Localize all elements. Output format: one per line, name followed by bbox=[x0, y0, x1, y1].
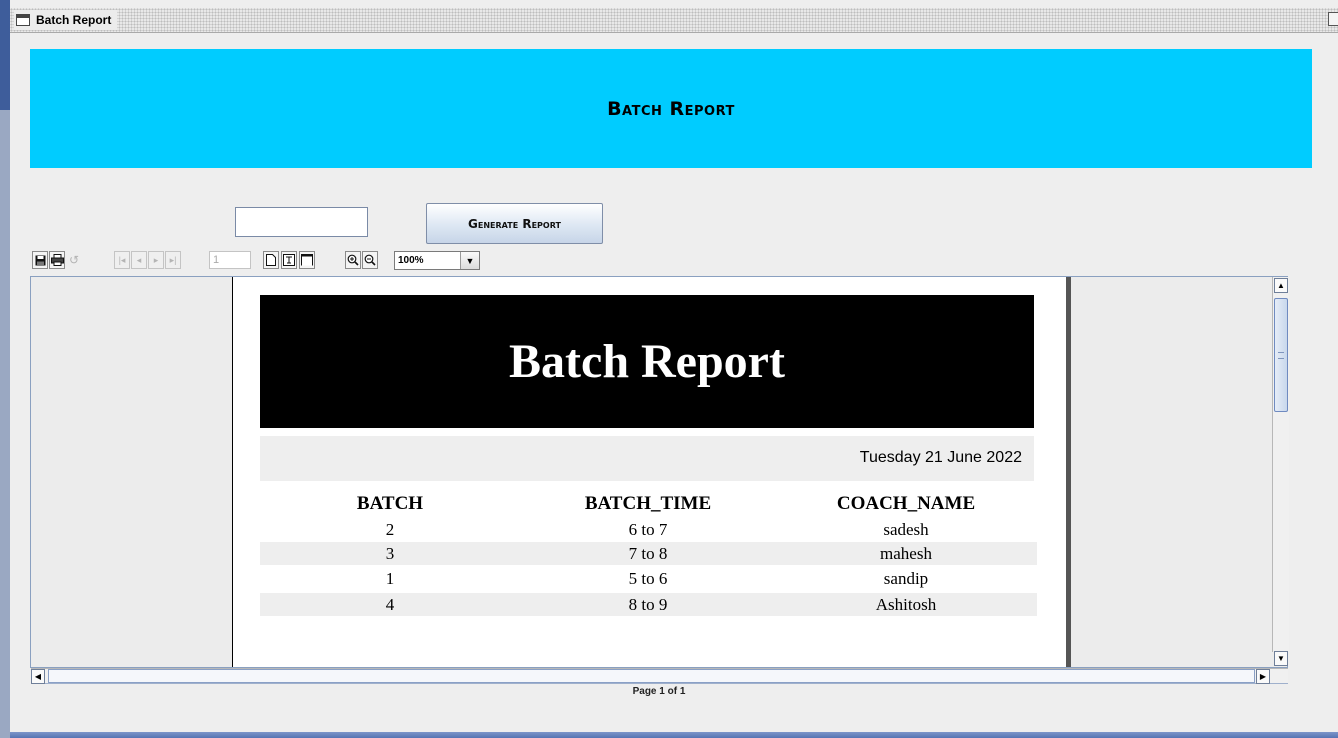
cell-batch: 1 bbox=[385, 569, 395, 588]
zoom-out-icon[interactable] bbox=[362, 251, 378, 269]
table-row: 1 5 to 6 sandip bbox=[260, 567, 1037, 590]
actual-size-icon[interactable] bbox=[263, 251, 279, 269]
fit-page-icon[interactable] bbox=[281, 251, 297, 269]
previous-page-icon[interactable]: ◂ bbox=[131, 251, 147, 269]
scroll-right-icon[interactable]: ▶ bbox=[1256, 669, 1270, 684]
save-icon[interactable] bbox=[32, 251, 48, 269]
cell-batch-time: 5 to 6 bbox=[628, 569, 668, 588]
vertical-scroll-thumb[interactable] bbox=[1274, 298, 1288, 412]
horizontal-scroll-thumb[interactable] bbox=[48, 669, 1255, 683]
scroll-left-icon[interactable]: ◀ bbox=[31, 669, 45, 684]
page-number-field[interactable]: 1 bbox=[209, 251, 251, 269]
report-header: Batch Report bbox=[260, 295, 1034, 428]
window-frame-left-lower bbox=[0, 110, 10, 738]
page-shadow bbox=[1066, 277, 1071, 667]
cell-coach-name: sadesh bbox=[883, 520, 929, 539]
cell-coach-name: Ashitosh bbox=[875, 595, 937, 614]
report-date: Tuesday 21 June 2022 bbox=[859, 449, 1022, 466]
report-title: Batch Report bbox=[509, 335, 785, 388]
banner-title: Batch Report bbox=[607, 97, 735, 120]
cell-batch-time: 7 to 8 bbox=[628, 544, 668, 563]
maximize-icon[interactable] bbox=[1328, 12, 1338, 26]
column-header-batch: BATCH bbox=[356, 493, 424, 514]
fit-width-icon[interactable] bbox=[299, 251, 315, 269]
cell-batch: 4 bbox=[385, 595, 395, 614]
cell-batch: 2 bbox=[385, 520, 395, 539]
zoom-value: 100% bbox=[398, 255, 424, 266]
next-page-icon[interactable]: ▸ bbox=[148, 251, 164, 269]
last-page-icon[interactable]: ▸| bbox=[165, 251, 181, 269]
header-banner: Batch Report bbox=[30, 49, 1312, 168]
scroll-up-icon[interactable]: ▲ bbox=[1274, 278, 1288, 293]
zoom-in-icon[interactable] bbox=[345, 251, 361, 269]
window-icon bbox=[16, 14, 30, 26]
window-title: Batch Report bbox=[36, 13, 112, 27]
page-status: Page 1 of 1 bbox=[632, 686, 686, 697]
table-row: 3 7 to 8 mahesh bbox=[260, 542, 1037, 565]
title-bar-label-group: Batch Report bbox=[14, 10, 118, 30]
scroll-down-icon[interactable]: ▼ bbox=[1274, 651, 1288, 666]
zoom-dropdown[interactable]: 100% ▼ bbox=[394, 251, 480, 270]
batch-input[interactable] bbox=[235, 207, 368, 237]
cell-batch-time: 8 to 9 bbox=[628, 595, 668, 614]
first-page-icon[interactable]: |◂ bbox=[114, 251, 130, 269]
cell-coach-name: mahesh bbox=[880, 544, 932, 563]
window-frame-bottom bbox=[10, 732, 1338, 738]
title-bar[interactable] bbox=[10, 8, 1338, 33]
column-header-batch-time: BATCH_TIME bbox=[584, 493, 712, 514]
cell-coach-name: sandip bbox=[883, 569, 929, 588]
cell-batch: 3 bbox=[385, 544, 395, 563]
table-row: 4 8 to 9 Ashitosh bbox=[260, 593, 1037, 616]
table-row: 2 6 to 7 sadesh bbox=[260, 518, 1037, 541]
column-header-coach-name: COACH_NAME bbox=[836, 493, 976, 514]
generate-report-button[interactable]: Generate Report bbox=[426, 203, 603, 244]
chevron-down-icon[interactable]: ▼ bbox=[460, 252, 479, 269]
cell-batch-time: 6 to 7 bbox=[628, 520, 668, 539]
reload-icon[interactable]: ↺ bbox=[66, 251, 82, 269]
print-icon[interactable] bbox=[49, 251, 65, 269]
report-date-band: Tuesday 21 June 2022 bbox=[260, 436, 1034, 481]
